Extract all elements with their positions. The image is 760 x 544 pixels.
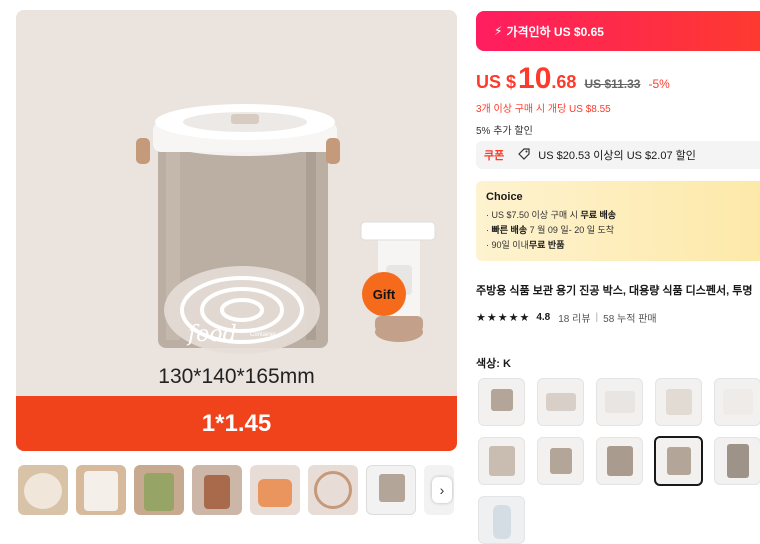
coupon-row[interactable]: 쿠폰 US $20.53 이상의 US $2.07 할인 [476,141,760,169]
choice-title: Choice [486,191,523,203]
original-price: US $11.33 [584,77,641,91]
price-drop-text: 가격인하 US $0.65 [506,24,604,39]
discount-percent: -5% [648,77,670,91]
color-swatch-7[interactable] [537,437,584,485]
thumbnail-7[interactable] [366,465,416,515]
color-swatch-11[interactable] [478,496,525,544]
color-swatch-9-selected[interactable] [654,436,703,486]
thumbnail-3[interactable] [134,465,184,515]
price-drop-banner: ⚡ 가격인하 US $0.65 [476,11,760,51]
separator: | [595,312,599,323]
label-food: food [188,322,237,347]
choice-line-shipping: · US $7.50 이상 구매 시 무료 배송 [486,210,617,220]
color-label: 색상: K [476,358,511,370]
thumbnail-4[interactable] [192,465,242,515]
price-row: US $ 10 .68 US $11.33 -5% [476,62,670,96]
color-swatch-6[interactable] [478,437,525,485]
size-dimensions-text: 130*140*165mm [158,365,315,388]
color-swatch-5[interactable] [714,378,760,426]
tag-icon [518,147,530,163]
label-container: Container [250,332,277,338]
price-currency: US $ [476,72,517,92]
color-swatch-2[interactable] [537,378,584,426]
color-swatch-8[interactable] [596,437,643,485]
thumbnail-6[interactable] [308,465,358,515]
choice-box[interactable]: Choice · US $7.50 이상 구매 시 무료 배송 · 빠른 배송 … [476,181,760,261]
coupon-tag: 쿠폰 [484,150,505,162]
color-swatch-3[interactable] [596,378,643,426]
review-count[interactable]: 18 리뷰 [558,310,590,325]
thumbnail-2[interactable] [76,465,126,515]
gift-badge: Gift [362,272,406,316]
thumbnail-next-button[interactable]: › [432,477,452,503]
color-swatch-10[interactable] [714,437,760,485]
main-product-image[interactable]: food Container Gift 130*140*165mm 1*1.45 [16,10,457,451]
choice-line-returns: · 90일 이내무료 반품 [486,240,565,250]
rating-value: 4.8 [536,312,551,323]
price-integer: 10 [518,62,552,95]
price-decimal: .68 [551,72,577,92]
thumbnail-5[interactable] [250,465,300,515]
lightning-icon: ⚡ [494,24,503,38]
chevron-right-icon: › [439,482,445,498]
coupon-text: US $20.53 이상의 US $2.07 할인 [538,150,696,162]
star-rating-icon: ★★★★★ [476,312,531,324]
thumbnail-1[interactable] [18,465,68,515]
multi-buy-offer: 3개 이상 구매 시 개당 US $8.55 [476,104,611,115]
choice-line-fast-delivery: · 빠른 배송 7 월 09 일- 20 일 도착 [486,225,615,235]
product-title: 주방용 식품 보관 용기 진공 박스, 대용량 식품 디스펜서, 투명 [476,285,753,297]
color-swatch-4[interactable] [655,378,702,426]
rating-row[interactable]: ★★★★★ 4.8 18 리뷰 | 58 누적 판매 [476,310,657,325]
sold-count: 58 누적 판매 [603,314,657,325]
color-swatch-1[interactable] [478,378,525,426]
extra-discount: 5% 추가 할인 [476,126,533,137]
selected-color: K [502,358,511,370]
ratio-banner: 1*1.45 [16,396,457,451]
